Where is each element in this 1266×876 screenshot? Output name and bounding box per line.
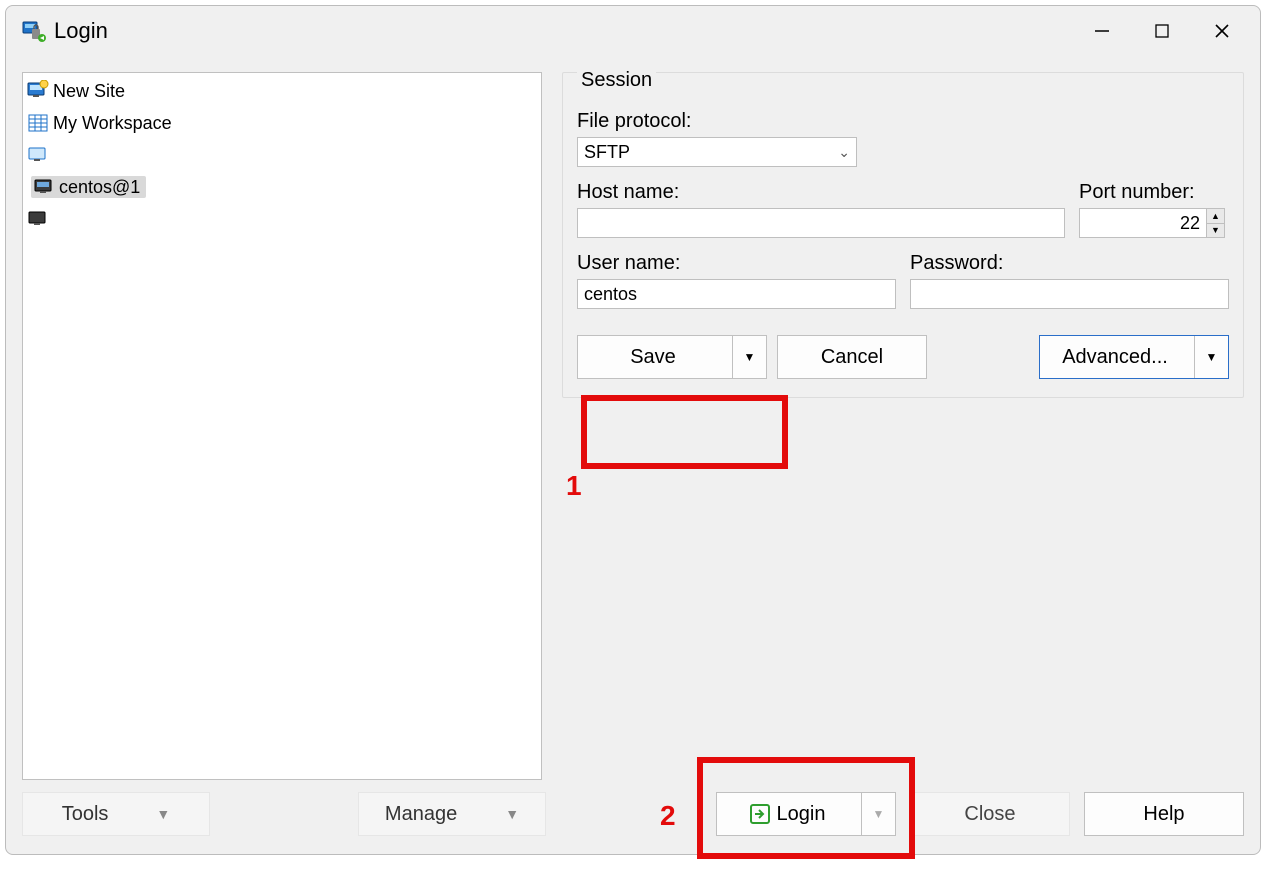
session-group-title: Session [577, 69, 656, 92]
spin-up-icon[interactable]: ▲ [1207, 209, 1224, 224]
monitor-icon [33, 176, 55, 198]
caret-down-icon: ▼ [505, 806, 519, 822]
titlebar: Login [6, 6, 1260, 56]
port-label: Port number: [1079, 181, 1229, 204]
host-name-label: Host name: [577, 181, 1065, 204]
site-item-label: My Workspace [53, 113, 172, 134]
file-protocol-value: SFTP [584, 142, 630, 163]
manage-button[interactable]: Manage ▼ [358, 792, 546, 836]
host-name-input[interactable] [577, 208, 1065, 238]
minimize-button[interactable] [1072, 6, 1132, 56]
caret-down-icon[interactable]: ▼ [861, 793, 895, 835]
site-item-label: centos@1 [59, 177, 140, 198]
session-group: Session File protocol: SFTP ⌄ Host name: [562, 72, 1244, 398]
left-panel: New Site My Workspace [22, 72, 542, 780]
window-title: Login [54, 18, 108, 44]
chevron-down-icon: ⌄ [838, 144, 850, 161]
site-item-label: New Site [53, 81, 125, 102]
save-button[interactable]: Save ▼ [577, 335, 767, 379]
caret-down-icon[interactable]: ▼ [732, 336, 766, 378]
advanced-button-label: Advanced... [1062, 346, 1168, 369]
maximize-button[interactable] [1132, 6, 1192, 56]
caret-down-icon[interactable]: ▼ [1194, 336, 1228, 378]
password-label: Password: [910, 252, 1229, 275]
dialog-content: New Site My Workspace [6, 56, 1260, 780]
advanced-button[interactable]: Advanced... ▼ [1039, 335, 1229, 379]
cancel-button-label: Cancel [821, 346, 883, 369]
tools-button-label: Tools [62, 803, 109, 826]
site-item-redacted-2[interactable] [23, 203, 541, 235]
site-item-selected[interactable]: centos@1 [27, 171, 287, 203]
bottom-bar: Tools ▼ Manage ▼ Login ▼ Close Help [6, 780, 1260, 854]
annotation-label-1: 1 [566, 470, 582, 502]
app-icon [22, 19, 46, 43]
monitor-new-icon [27, 80, 49, 102]
monitor-icon [27, 144, 49, 166]
file-protocol-label: File protocol: [577, 110, 857, 133]
login-icon [749, 803, 771, 825]
site-item-workspace[interactable]: My Workspace [23, 107, 541, 139]
username-input[interactable] [577, 279, 896, 309]
spin-down-icon[interactable]: ▼ [1207, 224, 1224, 238]
login-dialog: Login New Site [5, 5, 1261, 855]
port-input[interactable] [1079, 208, 1207, 238]
close-button[interactable] [1192, 6, 1252, 56]
caret-down-icon: ▼ [156, 806, 170, 822]
port-spinner[interactable]: ▲ ▼ [1207, 208, 1225, 238]
site-item-redacted-1[interactable] [23, 139, 541, 171]
site-list[interactable]: New Site My Workspace [22, 72, 542, 780]
login-button[interactable]: Login ▼ [716, 792, 896, 836]
workspace-icon [27, 112, 49, 134]
tools-button[interactable]: Tools ▼ [22, 792, 210, 836]
right-panel: Session File protocol: SFTP ⌄ Host name: [562, 72, 1244, 780]
help-button[interactable]: Help [1084, 792, 1244, 836]
password-input[interactable] [910, 279, 1229, 309]
manage-button-label: Manage [385, 803, 457, 826]
cancel-button[interactable]: Cancel [777, 335, 927, 379]
close-button-label: Close [964, 803, 1015, 826]
annotation-label-2: 2 [660, 800, 676, 832]
close-dialog-button[interactable]: Close [910, 792, 1070, 836]
login-button-label: Login [777, 803, 826, 826]
site-item-new[interactable]: New Site [23, 75, 541, 107]
help-button-label: Help [1143, 803, 1184, 826]
monitor-icon [27, 208, 49, 230]
save-button-label: Save [630, 346, 676, 369]
username-label: User name: [577, 252, 896, 275]
file-protocol-select[interactable]: SFTP ⌄ [577, 137, 857, 167]
